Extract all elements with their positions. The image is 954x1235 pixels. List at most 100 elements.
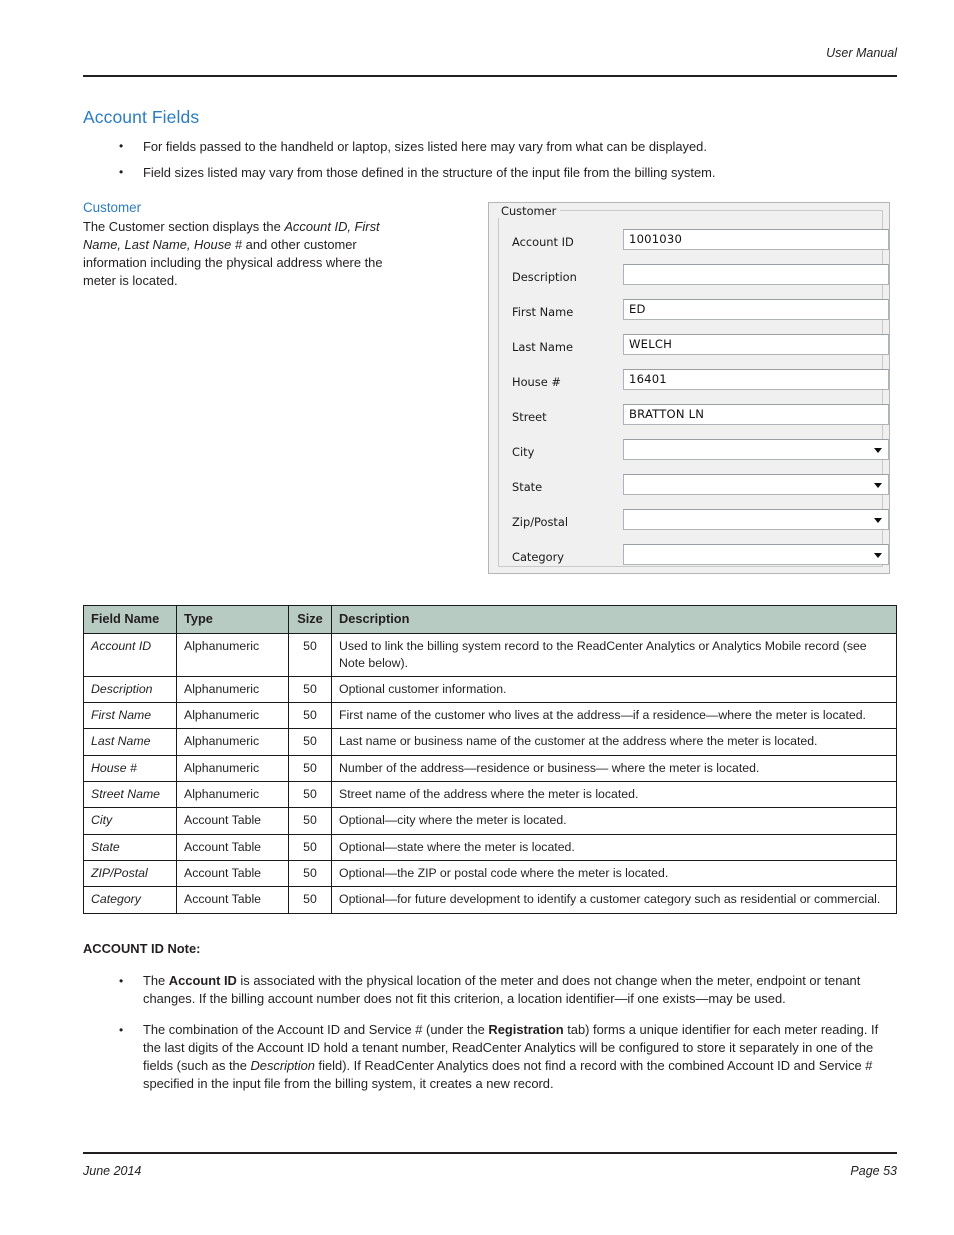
cell-size: 50 xyxy=(288,754,332,783)
cell-type: Account Table xyxy=(176,807,289,835)
list-item-text: For fields passed to the handheld or lap… xyxy=(143,139,707,154)
cell-size: 50 xyxy=(288,886,332,914)
column-header-description: Description xyxy=(331,604,897,635)
note-bullet2-part1: The combination of the Account ID and Se… xyxy=(143,1021,489,1037)
house-number-value: 16401 xyxy=(629,372,667,386)
cell-size: 50 xyxy=(288,633,332,677)
table-row: ZIP/Postal Account Table 50 Optional—the… xyxy=(83,859,897,888)
footer-date: June 2014 xyxy=(83,1164,142,1178)
table-row: Account ID Alphanumeric 50 Used to link … xyxy=(83,633,897,677)
customer-description-part1: The Customer section displays the xyxy=(83,219,285,234)
account-id-input[interactable]: 1001030 xyxy=(623,229,889,250)
form-row-description: Description xyxy=(499,264,889,299)
street-input[interactable]: BRATTON LN xyxy=(623,404,889,425)
chevron-down-icon[interactable] xyxy=(874,553,882,558)
list-item: • The combination of the Account ID and … xyxy=(83,1021,897,1094)
cell-field-name: City xyxy=(83,807,177,835)
note-bullet-list: • The Account ID is associated with the … xyxy=(83,972,897,1106)
note-bullet2-bold: Registration xyxy=(488,1021,564,1037)
street-value: BRATTON LN xyxy=(629,407,705,421)
list-item: • The Account ID is associated with the … xyxy=(83,972,897,1009)
form-row-account-id: Account ID 1001030 xyxy=(499,229,889,264)
last-name-label: Last Name xyxy=(512,340,573,354)
chevron-down-icon[interactable] xyxy=(874,483,882,488)
form-row-first-name: First Name ED xyxy=(499,299,889,334)
house-number-label: House # xyxy=(512,375,561,389)
cell-type: Alphanumeric xyxy=(176,702,289,730)
form-row-city: City xyxy=(499,439,889,474)
table-header-row: Field Name Type Size Description xyxy=(83,604,897,635)
customer-description: The Customer section displays the Accoun… xyxy=(83,218,393,290)
table-row: Last Name Alphanumeric 50 Last name or b… xyxy=(83,728,897,756)
cell-type: Alphanumeric xyxy=(176,633,289,677)
first-name-input[interactable]: ED xyxy=(623,299,889,320)
first-name-value: ED xyxy=(629,302,646,316)
chevron-down-icon[interactable] xyxy=(874,448,882,453)
category-dropdown[interactable] xyxy=(623,544,889,565)
description-label: Description xyxy=(512,270,577,284)
last-name-value: WELCH xyxy=(629,337,673,351)
cell-field-name: Account ID xyxy=(83,633,177,677)
house-number-input[interactable]: 16401 xyxy=(623,369,889,390)
cell-field-name: First Name xyxy=(83,702,177,730)
cell-field-name: ZIP/Postal xyxy=(83,859,177,888)
table-row: House # Alphanumeric 50 Number of the ad… xyxy=(83,754,897,783)
cell-size: 50 xyxy=(288,781,332,809)
bullet-dot-icon: • xyxy=(119,974,124,988)
form-row-zip-postal: Zip/Postal xyxy=(499,509,889,544)
cell-size: 50 xyxy=(288,702,332,730)
note-bullet1-lead: The xyxy=(143,973,169,988)
description-input[interactable] xyxy=(623,264,889,285)
intro-bullet-list: • For fields passed to the handheld or l… xyxy=(83,138,897,190)
cell-description: Optional—the ZIP or postal code where th… xyxy=(331,859,897,888)
running-head: User Manual xyxy=(826,46,897,60)
category-label: Category xyxy=(512,550,565,564)
note-bullet1-bold: Account ID xyxy=(168,973,237,988)
footer-rule xyxy=(83,1152,897,1155)
table-row: State Account Table 50 Optional—state wh… xyxy=(83,833,897,861)
state-label: State xyxy=(512,480,543,494)
customer-groupbox: Account ID 1001030 Description First Nam… xyxy=(498,210,889,567)
cell-type: Alphanumeric xyxy=(176,675,289,704)
cell-size: 50 xyxy=(288,807,332,835)
state-dropdown[interactable] xyxy=(623,474,889,495)
bullet-dot-icon: • xyxy=(119,165,124,179)
cell-type: Alphanumeric xyxy=(176,728,289,756)
table-row: Category Account Table 50 Optional—for f… xyxy=(83,886,897,914)
table-row: Description Alphanumeric 50 Optional cus… xyxy=(83,675,897,704)
document-page: User Manual Account Fields • For fields … xyxy=(0,0,954,1235)
list-item: • Field sizes listed may vary from those… xyxy=(83,164,897,181)
city-dropdown[interactable] xyxy=(623,439,889,460)
note-bullet1-rest: is associated with the physical location… xyxy=(143,973,861,1007)
cell-field-name: Category xyxy=(83,886,177,914)
table-row: City Account Table 50 Optional—city wher… xyxy=(83,807,897,835)
chevron-down-icon[interactable] xyxy=(874,518,882,523)
list-item: • For fields passed to the handheld or l… xyxy=(83,138,897,155)
note-bullet2-italic: Description xyxy=(250,1058,315,1074)
cell-description: Optional—state where the meter is locate… xyxy=(331,833,897,861)
header-rule xyxy=(83,75,897,78)
cell-description: First name of the customer who lives at … xyxy=(331,702,897,730)
cell-field-name: State xyxy=(83,833,177,861)
cell-field-name: House # xyxy=(83,754,177,783)
zip-postal-label: Zip/Postal xyxy=(512,515,569,529)
form-row-category: Category xyxy=(499,544,889,579)
bullet-dot-icon: • xyxy=(119,1022,124,1037)
form-row-last-name: Last Name WELCH xyxy=(499,334,889,369)
zip-postal-dropdown[interactable] xyxy=(623,509,889,530)
cell-type: Account Table xyxy=(176,859,289,888)
cell-description: Used to link the billing system record t… xyxy=(331,633,897,677)
account-fields-table: Field Name Type Size Description Account… xyxy=(83,604,897,914)
page-title: Account Fields xyxy=(83,107,200,127)
cell-description: Optional customer information. xyxy=(331,675,897,704)
cell-type: Alphanumeric xyxy=(176,781,289,809)
column-header-field-name: Field Name xyxy=(83,604,177,635)
cell-size: 50 xyxy=(288,675,332,704)
cell-description: Last name or business name of the custom… xyxy=(331,728,897,756)
note-title: ACCOUNT ID Note: xyxy=(83,941,201,956)
cell-type: Account Table xyxy=(176,833,289,861)
last-name-input[interactable]: WELCH xyxy=(623,334,889,355)
customer-groupbox-title: Customer xyxy=(497,204,561,218)
cell-size: 50 xyxy=(288,859,332,888)
cell-size: 50 xyxy=(288,833,332,861)
